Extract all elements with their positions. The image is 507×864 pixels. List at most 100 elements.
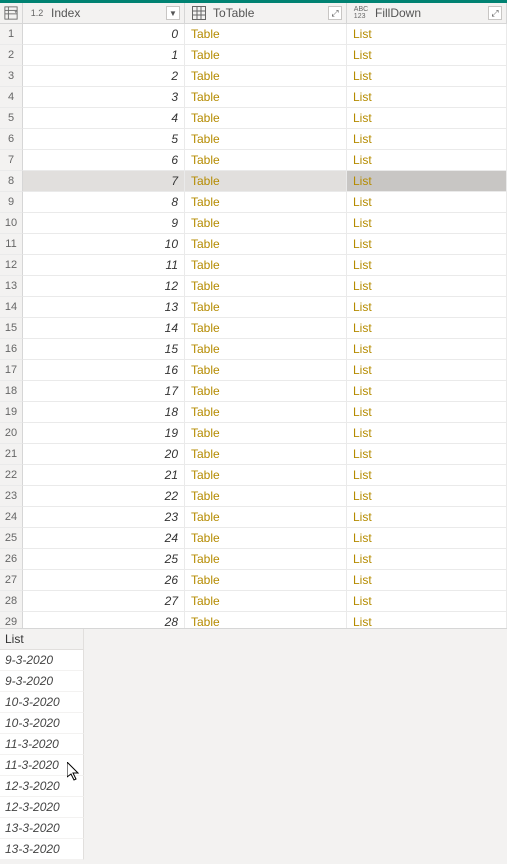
row-number[interactable]: 5 [0,108,23,129]
expand-column-icon[interactable]: ⤢ [328,6,342,20]
cell-totable[interactable]: Table [185,381,347,402]
cell-index[interactable]: 20 [23,444,185,465]
cell-filldown[interactable]: List [347,192,507,213]
cell-filldown[interactable]: List [347,24,507,45]
cell-totable[interactable]: Table [185,612,347,628]
list-item[interactable]: 13-3-2020 [0,818,84,839]
cell-filldown[interactable]: List [347,486,507,507]
cell-totable[interactable]: Table [185,108,347,129]
cell-totable[interactable]: Table [185,213,347,234]
list-item[interactable]: 11-3-2020 [0,734,84,755]
cell-filldown[interactable]: List [347,171,507,192]
column-header-index[interactable]: 1.2 Index ▼ [23,3,185,24]
list-item[interactable]: 10-3-2020 [0,713,84,734]
cell-totable[interactable]: Table [185,171,347,192]
list-item[interactable]: 13-3-2020 [0,839,84,860]
cell-filldown[interactable]: List [347,528,507,549]
column-header-totable[interactable]: ToTable ⤢ [185,3,347,24]
cell-totable[interactable]: Table [185,192,347,213]
row-number[interactable]: 19 [0,402,23,423]
list-item[interactable]: 9-3-2020 [0,650,84,671]
cell-index[interactable]: 4 [23,108,185,129]
cell-totable[interactable]: Table [185,507,347,528]
cell-filldown[interactable]: List [347,339,507,360]
row-number[interactable]: 18 [0,381,23,402]
cell-totable[interactable]: Table [185,444,347,465]
cell-index[interactable]: 21 [23,465,185,486]
cell-index[interactable]: 10 [23,234,185,255]
cell-totable[interactable]: Table [185,402,347,423]
row-number[interactable]: 7 [0,150,23,171]
cell-totable[interactable]: Table [185,129,347,150]
cell-index[interactable]: 6 [23,150,185,171]
row-number[interactable]: 13 [0,276,23,297]
cell-totable[interactable]: Table [185,339,347,360]
cell-filldown[interactable]: List [347,213,507,234]
row-number[interactable]: 8 [0,171,23,192]
cell-index[interactable]: 26 [23,570,185,591]
cell-totable[interactable]: Table [185,486,347,507]
row-number[interactable]: 21 [0,444,23,465]
cell-filldown[interactable]: List [347,255,507,276]
row-number[interactable]: 12 [0,255,23,276]
cell-index[interactable]: 23 [23,507,185,528]
cell-index[interactable]: 5 [23,129,185,150]
cell-filldown[interactable]: List [347,612,507,628]
cell-index[interactable]: 22 [23,486,185,507]
cell-totable[interactable]: Table [185,591,347,612]
cell-totable[interactable]: Table [185,45,347,66]
cell-filldown[interactable]: List [347,234,507,255]
row-number[interactable]: 26 [0,549,23,570]
cell-filldown[interactable]: List [347,108,507,129]
cell-filldown[interactable]: List [347,423,507,444]
cell-totable[interactable]: Table [185,66,347,87]
cell-filldown[interactable]: List [347,129,507,150]
filter-dropdown-icon[interactable]: ▼ [166,6,180,20]
cell-totable[interactable]: Table [185,297,347,318]
cell-index[interactable]: 9 [23,213,185,234]
cell-index[interactable]: 7 [23,171,185,192]
row-number[interactable]: 20 [0,423,23,444]
row-number[interactable]: 1 [0,24,23,45]
cell-filldown[interactable]: List [347,66,507,87]
cell-totable[interactable]: Table [185,528,347,549]
cell-index[interactable]: 2 [23,66,185,87]
row-number[interactable]: 28 [0,591,23,612]
cell-index[interactable]: 15 [23,339,185,360]
cell-index[interactable]: 19 [23,423,185,444]
row-number[interactable]: 4 [0,87,23,108]
row-number[interactable]: 10 [0,213,23,234]
cell-totable[interactable]: Table [185,150,347,171]
row-number[interactable]: 2 [0,45,23,66]
row-number[interactable]: 29 [0,612,23,628]
cell-totable[interactable]: Table [185,255,347,276]
row-number[interactable]: 6 [0,129,23,150]
list-item[interactable]: 12-3-2020 [0,797,84,818]
cell-index[interactable]: 24 [23,528,185,549]
row-number[interactable]: 24 [0,507,23,528]
cell-index[interactable]: 12 [23,276,185,297]
row-number[interactable]: 11 [0,234,23,255]
row-number[interactable]: 16 [0,339,23,360]
cell-index[interactable]: 1 [23,45,185,66]
row-number[interactable]: 27 [0,570,23,591]
row-number[interactable]: 23 [0,486,23,507]
cell-index[interactable]: 25 [23,549,185,570]
cell-index[interactable]: 16 [23,360,185,381]
cell-index[interactable]: 0 [23,24,185,45]
row-number[interactable]: 17 [0,360,23,381]
cell-index[interactable]: 13 [23,297,185,318]
cell-totable[interactable]: Table [185,360,347,381]
list-item[interactable]: 10-3-2020 [0,692,84,713]
row-number[interactable]: 15 [0,318,23,339]
list-item[interactable]: 9-3-2020 [0,671,84,692]
cell-totable[interactable]: Table [185,423,347,444]
cell-filldown[interactable]: List [347,570,507,591]
cell-index[interactable]: 27 [23,591,185,612]
list-item[interactable]: 11-3-2020 [0,755,84,776]
row-number[interactable]: 9 [0,192,23,213]
cell-index[interactable]: 28 [23,612,185,628]
column-header-filldown[interactable]: ABC123 FillDown ⤢ [347,3,507,24]
cell-filldown[interactable]: List [347,87,507,108]
cell-totable[interactable]: Table [185,234,347,255]
